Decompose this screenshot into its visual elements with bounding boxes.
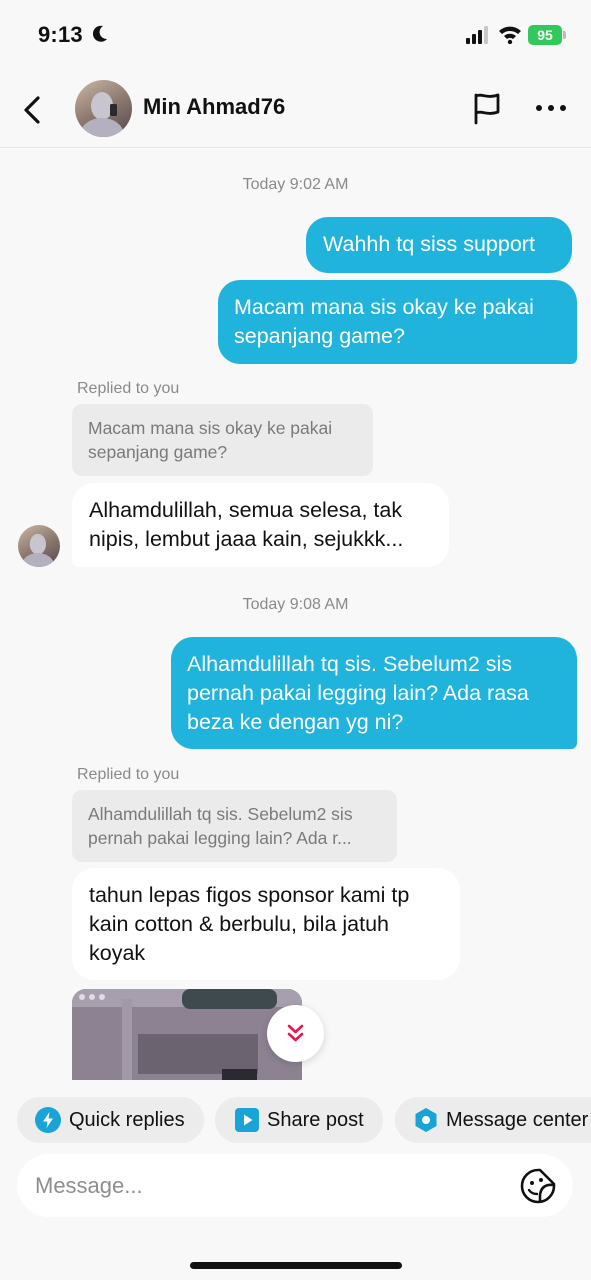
contact-name[interactable]: Min Ahmad76: [143, 94, 285, 120]
quoted-message[interactable]: Alhamdulillah tq sis. Sebelum2 sis perna…: [72, 790, 397, 862]
avatar-image: [21, 533, 55, 567]
more-icon[interactable]: [534, 100, 568, 116]
bolt-icon: [35, 1107, 61, 1133]
quick-replies-label: Quick replies: [69, 1109, 185, 1131]
quick-replies-chip[interactable]: Quick replies: [17, 1097, 204, 1143]
sent-message[interactable]: Macam mana sis okay ke pakai sepanjang g…: [218, 280, 577, 364]
replied-label: Replied to you: [77, 380, 180, 397]
wifi-icon: [499, 26, 521, 44]
timestamp: Today 9:02 AM: [242, 176, 349, 193]
sent-message[interactable]: Alhamdulillah tq sis. Sebelum2 sis perna…: [171, 637, 577, 749]
avatar-image: [80, 92, 124, 137]
share-post-label: Share post: [267, 1109, 364, 1131]
sent-message[interactable]: Wahhh tq siss support: [306, 217, 572, 273]
sender-avatar[interactable]: [18, 525, 60, 567]
message-input[interactable]: [35, 1154, 515, 1217]
received-message[interactable]: tahun lepas figos sponsor kami tp kain c…: [72, 868, 460, 980]
share-post-chip[interactable]: Share post: [215, 1097, 383, 1143]
chevrons-down-icon: [287, 1024, 304, 1042]
chat-thread[interactable]: Today 9:02 AM Wahhh tq siss support Maca…: [0, 149, 591, 1080]
replied-label: Replied to you: [77, 766, 180, 783]
quoted-message[interactable]: Macam mana sis okay ke pakai sepanjang g…: [72, 404, 373, 476]
back-icon[interactable]: [18, 92, 48, 128]
message-center-label: Message center: [446, 1109, 589, 1131]
signal-icon: [466, 26, 488, 44]
status-bar: 9:13 95: [0, 0, 591, 72]
flag-icon[interactable]: [470, 90, 504, 126]
message-center-chip[interactable]: Message center: [395, 1097, 591, 1143]
scroll-to-bottom-button[interactable]: [267, 1005, 324, 1062]
battery-tip: [563, 31, 566, 39]
moon-icon: [92, 25, 107, 42]
chat-header: Min Ahmad76: [0, 72, 591, 148]
contact-avatar[interactable]: [75, 80, 132, 137]
play-icon: [235, 1108, 259, 1132]
timestamp: Today 9:08 AM: [242, 596, 349, 613]
home-indicator[interactable]: [190, 1262, 402, 1269]
status-time: 9:13: [38, 22, 83, 47]
battery-level: 95: [528, 25, 562, 45]
message-composer: [17, 1154, 573, 1217]
hexagon-icon: [415, 1108, 437, 1132]
sticker-icon[interactable]: [520, 1168, 556, 1204]
received-message[interactable]: Alhamdulillah, semua selesa, tak nipis, …: [72, 483, 449, 567]
